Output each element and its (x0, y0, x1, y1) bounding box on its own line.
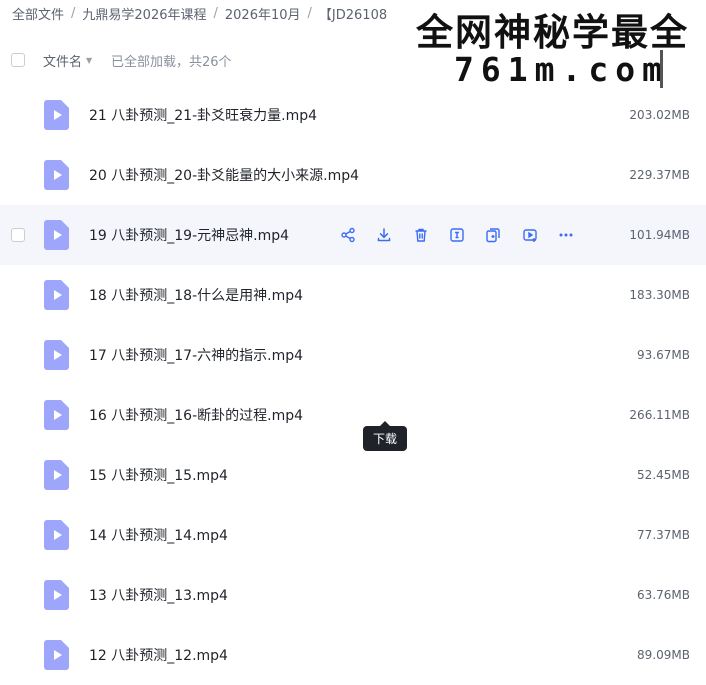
more-icon (558, 227, 574, 243)
list-header: 文件名 ▼ 已全部加载，共26个 (0, 44, 706, 76)
file-row[interactable]: 20 八卦预测_20-卦爻能量的大小来源.mp4 229.37MB (0, 145, 706, 205)
delete-button[interactable] (403, 217, 439, 253)
file-name[interactable]: 21 八卦预测_21-卦爻旺衰力量.mp4 (89, 105, 317, 125)
file-size: 89.09MB (637, 648, 690, 662)
file-size: 101.94MB (629, 228, 690, 242)
breadcrumb-month-folder[interactable]: 2026年10月 (225, 4, 301, 23)
file-name[interactable]: 12 八卦预测_12.mp4 (89, 645, 228, 665)
video-file-icon (44, 100, 69, 130)
video-file-icon (44, 580, 69, 610)
column-name-label: 文件名 (43, 54, 83, 70)
video-file-icon (44, 520, 69, 550)
file-name[interactable]: 18 八卦预测_18-什么是用神.mp4 (89, 285, 303, 305)
file-list: 21 八卦预测_21-卦爻旺衰力量.mp4 203.02MB 20 八卦预测_20… (0, 85, 706, 685)
file-row[interactable]: 16 八卦预测_16-断卦的过程.mp4 266.11MB (0, 385, 706, 445)
select-all-checkbox[interactable] (11, 53, 25, 67)
rename-icon (449, 227, 465, 243)
video-icon (522, 227, 538, 243)
video-file-icon (44, 460, 69, 490)
row-checkbox[interactable] (11, 228, 25, 242)
load-status: 已全部加载，共26个 (111, 54, 232, 70)
file-name[interactable]: 17 八卦预测_17-六神的指示.mp4 (89, 345, 303, 365)
video-file-icon (44, 220, 69, 250)
breadcrumb-course-folder[interactable]: 九鼎易学2026年课程 (82, 4, 206, 23)
file-row[interactable]: 14 八卦预测_14.mp4 77.37MB (0, 505, 706, 565)
video-file-icon (44, 640, 69, 670)
copy-icon (485, 227, 501, 243)
download-icon (376, 227, 392, 243)
video-file-icon (44, 340, 69, 370)
file-size: 266.11MB (629, 408, 690, 422)
column-name-sort[interactable]: 文件名 ▼ (43, 51, 92, 70)
video-file-icon (44, 400, 69, 430)
file-size: 77.37MB (637, 528, 690, 542)
file-name[interactable]: 13 八卦预测_13.mp4 (89, 585, 228, 605)
share-button[interactable] (330, 217, 366, 253)
file-row[interactable]: 19 八卦预测_19-元神忌神.mp4 101.94MB (0, 205, 706, 265)
video-file-icon (44, 280, 69, 310)
file-size: 183.30MB (629, 288, 690, 302)
share-icon (340, 227, 356, 243)
file-row[interactable]: 21 八卦预测_21-卦爻旺衰力量.mp4 203.02MB (0, 85, 706, 145)
file-row[interactable]: 18 八卦预测_18-什么是用神.mp4 183.30MB (0, 265, 706, 325)
file-name[interactable]: 20 八卦预测_20-卦爻能量的大小来源.mp4 (89, 165, 359, 185)
breadcrumb-separator: / (307, 5, 312, 21)
file-name[interactable]: 16 八卦预测_16-断卦的过程.mp4 (89, 405, 303, 425)
file-size: 52.45MB (637, 468, 690, 482)
rename-button[interactable] (439, 217, 475, 253)
file-name[interactable]: 14 八卦预测_14.mp4 (89, 525, 228, 545)
download-tooltip: 下载 (363, 421, 407, 451)
delete-icon (413, 227, 429, 243)
sort-down-icon: ▼ (86, 55, 93, 65)
file-name[interactable]: 15 八卦预测_15.mp4 (89, 465, 228, 485)
breadcrumb: 全部文件 / 九鼎易学2026年课程 / 2026年10月 / 【JD26108 (12, 3, 387, 23)
file-row[interactable]: 13 八卦预测_13.mp4 63.76MB (0, 565, 706, 625)
copy-button[interactable] (475, 217, 511, 253)
breadcrumb-all-files[interactable]: 全部文件 (12, 4, 64, 23)
row-actions (330, 217, 584, 253)
download-button[interactable] (366, 217, 402, 253)
more-button[interactable] (548, 217, 584, 253)
file-size: 229.37MB (629, 168, 690, 182)
file-size: 63.76MB (637, 588, 690, 602)
file-row[interactable]: 15 八卦预测_15.mp4 52.45MB (0, 445, 706, 505)
file-size: 93.67MB (637, 348, 690, 362)
file-name[interactable]: 19 八卦预测_19-元神忌神.mp4 (89, 225, 289, 245)
video-file-icon (44, 160, 69, 190)
breadcrumb-separator: / (71, 5, 76, 21)
file-row[interactable]: 17 八卦预测_17-六神的指示.mp4 93.67MB (0, 325, 706, 385)
file-row[interactable]: 12 八卦预测_12.mp4 89.09MB (0, 625, 706, 685)
video-button[interactable] (511, 217, 547, 253)
breadcrumb-separator: / (213, 5, 218, 21)
file-size: 203.02MB (629, 108, 690, 122)
breadcrumb-current-folder[interactable]: 【JD26108 (319, 4, 387, 23)
